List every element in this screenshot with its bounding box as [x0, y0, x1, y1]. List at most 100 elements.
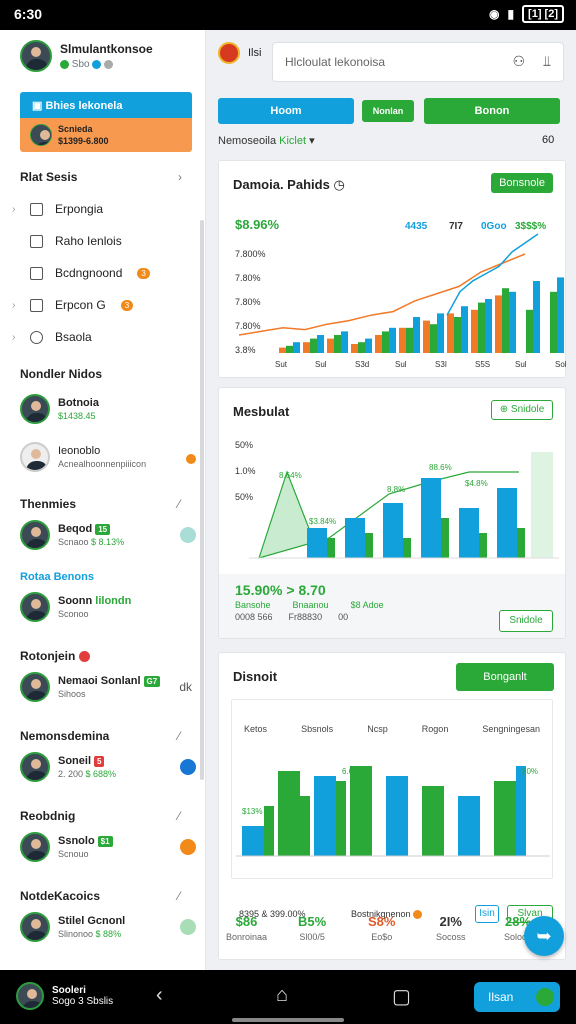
nav-item[interactable]: Raho Ienlois [30, 234, 122, 248]
y-tick-label: 7.80% [235, 321, 261, 331]
profile[interactable]: Slmulantkonsoe Sbo [20, 40, 153, 72]
action-button[interactable]: Bonon [424, 98, 560, 124]
mail-icon [30, 202, 43, 216]
card-title: Damoia. Pahids ◷ [233, 177, 345, 192]
bar [437, 313, 444, 353]
x-tick-label: S3d [355, 360, 369, 369]
bar [441, 518, 449, 558]
home-indicator [232, 1018, 344, 1022]
bar [375, 335, 382, 353]
section-header[interactable]: NotdeKacoics ⁄ [20, 889, 180, 903]
bar [314, 776, 336, 856]
account-header[interactable]: ▣ Bhies lekonela [20, 92, 192, 118]
y-tick-label: 7.800% [235, 249, 266, 259]
sidebar: Slmulantkonsoe Sbo ▣ Bhies lekonela Scni… [0, 30, 206, 970]
nav-item[interactable]: › Erpcon G3 [12, 298, 134, 312]
nav-item[interactable]: › Erpongia [12, 202, 103, 216]
metric-labels: Bansohe Bnaanou $8 Adoe [235, 600, 384, 610]
bar [293, 342, 300, 353]
secondary-button[interactable]: Nonlan [362, 100, 414, 122]
avatar [30, 124, 52, 146]
menu-icon[interactable]: ⫫ [543, 53, 551, 70]
scrollbar[interactable] [200, 220, 204, 780]
filter-row[interactable]: Nemoseoila Kiclet ▾ [218, 134, 315, 147]
x-tick-label: Sol [555, 360, 567, 369]
x-tick-label: Sul [315, 360, 327, 369]
wifi-icon: ◉ [488, 7, 500, 21]
section-header[interactable]: Nemonsdemina ⁄ [20, 729, 180, 743]
y-tick-label: 3.8% [235, 345, 256, 355]
bar [382, 331, 389, 353]
bar [471, 309, 478, 353]
bar [341, 331, 348, 353]
card-button[interactable]: ⊕ Snidole [491, 400, 553, 420]
send-icon: ➥ [536, 926, 552, 946]
profile-name: Slmulantkonsoe [60, 42, 153, 56]
bar [459, 508, 479, 558]
card-title: Disnoit [233, 669, 278, 684]
bar [447, 313, 454, 353]
back-icon[interactable]: ‹ [156, 984, 163, 1007]
bar [509, 291, 516, 353]
contact[interactable]: Ssnolo $1 Scnouo [20, 832, 196, 862]
bar-chart: $13% 6.6% 80% [236, 766, 550, 857]
bar [502, 288, 509, 353]
recents-icon[interactable]: ▢ [392, 984, 411, 1009]
doc-icon [30, 234, 43, 248]
bar [365, 533, 373, 558]
section-header[interactable]: Rlat Sesis › [20, 170, 182, 184]
bar [478, 302, 485, 353]
bar [334, 335, 341, 353]
bar [317, 335, 324, 353]
contact[interactable]: Soneil 5 2. 200 $ 688% [20, 752, 196, 782]
bar [494, 781, 516, 856]
section-header[interactable]: Reobdnig ⁄ [20, 809, 180, 823]
contact[interactable]: Ieonoblo Acnealhoonnenpiiicon [20, 442, 196, 472]
app-header: Ilsi [218, 42, 261, 64]
bar [386, 776, 408, 856]
detail-button[interactable]: Snidole [499, 610, 553, 632]
section-header[interactable]: Thenmies ⁄ [20, 497, 180, 511]
bar [550, 291, 557, 353]
bar [399, 327, 406, 353]
bar [403, 538, 411, 558]
chart-header-value: 3$$$% [515, 221, 546, 232]
compose-button[interactable]: ➥ [524, 916, 564, 956]
section-link[interactable]: Rotaa Benons [20, 571, 94, 583]
account-number: $1399-6.800 [58, 136, 109, 146]
card-button[interactable]: Bonganlt [456, 663, 554, 691]
data-label: $4.8% [465, 479, 488, 488]
home-icon[interactable]: ⌂ [276, 984, 288, 1007]
contact[interactable]: Nemaoi Sonlanl G7 Sihoos dk [20, 672, 196, 702]
card-button[interactable]: Bonsnole [491, 173, 553, 193]
data-label: 8.8% [387, 485, 405, 494]
x-tick-label: Sul [515, 360, 527, 369]
profile-sub: Sbo [60, 59, 153, 70]
contact[interactable]: Beqod 15 Scnaoo $ 8.13% [20, 520, 196, 550]
bar [336, 781, 346, 856]
user-icon[interactable]: ⚇ [512, 53, 525, 70]
bar [358, 342, 365, 353]
column-headers: Ketos Sbsnols Ncsp Rogon Sengningesan [244, 724, 540, 734]
bar [422, 786, 444, 856]
chart-header-value: 7I7 [449, 221, 463, 232]
contact[interactable]: Soonn lilondn Sconoo [20, 592, 196, 622]
y-tick-label: 50% [235, 440, 253, 450]
done-button[interactable]: Ilsan [474, 982, 560, 1012]
contact[interactable]: Stilel Gcnonl Slinonoo $ 88% [20, 912, 196, 942]
account-card[interactable]: Scnieda $1399-6.800 [20, 118, 192, 152]
bottom-bar: Sooleri Sogo 3 Sbslis ‹ ⌂ ▢ Ilsan [0, 970, 576, 1024]
data-label: $13% [242, 807, 262, 816]
bar [479, 533, 487, 558]
nav-item[interactable]: Bcdngnoond 3 [30, 266, 150, 280]
bar [242, 826, 264, 856]
primary-button[interactable]: Hoom [218, 98, 354, 124]
y-tick-label: 50% [235, 492, 253, 502]
bottom-user[interactable]: Sooleri Sogo 3 Sbslis [16, 982, 113, 1010]
contact[interactable]: Botnoia $1438.45 [20, 394, 196, 424]
chart-card: Mesbulat ⊕ Snidole 50% 1.0% 50% 8.64% $3.84%… [218, 387, 566, 639]
nav-item[interactable]: › Bsaola [12, 330, 92, 344]
bar [310, 338, 317, 353]
x-tick-label: S5S [475, 360, 490, 369]
search-input[interactable]: Hlcloulat lekonoisa ⚇ ⫫ [272, 42, 564, 82]
